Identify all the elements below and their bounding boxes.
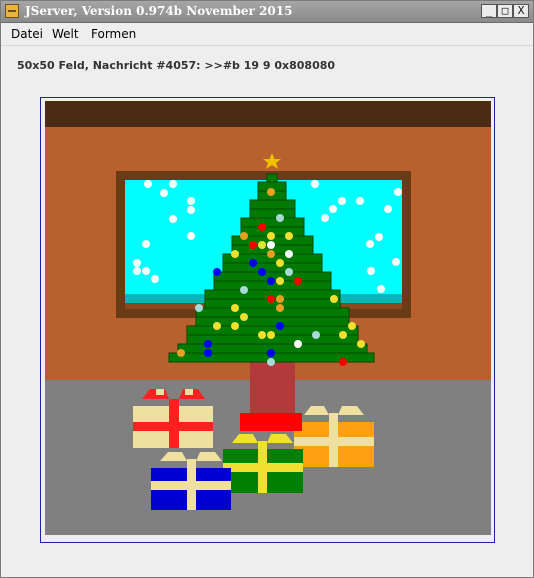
ornament: [267, 241, 275, 249]
snowflake: [187, 232, 195, 240]
snowflake: [133, 259, 141, 267]
ornament: [357, 340, 365, 348]
ornament: [231, 322, 239, 330]
ornament: [267, 358, 275, 366]
ornament: [276, 322, 284, 330]
ornament: [285, 250, 293, 258]
ornament: [294, 340, 302, 348]
close-button[interactable]: X: [513, 4, 529, 18]
menu-welt[interactable]: Welt: [52, 27, 79, 41]
snowflake: [160, 189, 168, 197]
snowflake: [375, 233, 383, 241]
present-blue: [151, 452, 231, 510]
ornament: [258, 241, 266, 249]
snowflake: [311, 180, 319, 188]
ornament: [231, 304, 239, 312]
title-bar[interactable]: JServer, Version 0.974b November 2015 _ …: [1, 1, 533, 23]
snowflake: [329, 205, 337, 213]
ornament: [258, 331, 266, 339]
ornament: [204, 340, 212, 348]
minimize-button[interactable]: _: [481, 4, 497, 18]
ornament: [267, 331, 275, 339]
present-ribbon-horizontal: [133, 422, 213, 431]
ornament: [204, 349, 212, 357]
ornament: [285, 268, 293, 276]
snowflake: [169, 215, 177, 223]
ornament: [276, 304, 284, 312]
snowflake: [142, 267, 150, 275]
tree-tier: [222, 262, 323, 273]
tree-tier: [240, 217, 305, 228]
maximize-button[interactable]: □: [497, 4, 513, 18]
snowflake: [151, 275, 159, 283]
ornament: [240, 313, 248, 321]
ornament: [231, 250, 239, 258]
snowflake: [367, 267, 375, 275]
snowflake: [366, 240, 374, 248]
snowflake: [356, 197, 364, 205]
ornament: [276, 214, 284, 222]
tree-tier: [249, 199, 296, 210]
ornament: [249, 241, 257, 249]
snowflake: [187, 197, 195, 205]
tree-tier: [266, 173, 278, 183]
ornament: [258, 223, 266, 231]
ornament: [267, 277, 275, 285]
present-ribbon-horizontal: [223, 463, 303, 472]
app-icon: [5, 4, 19, 18]
ornament: [276, 277, 284, 285]
snowflake: [187, 206, 195, 214]
ornament: [240, 286, 248, 294]
ornament: [177, 349, 185, 357]
snowflake: [142, 240, 150, 248]
present-ribbon-horizontal: [294, 437, 374, 446]
snowflake: [392, 258, 400, 266]
present-bow: [185, 389, 193, 395]
ornament: [276, 259, 284, 267]
ornament: [285, 232, 293, 240]
snowflake: [384, 205, 392, 213]
ornament: [267, 349, 275, 357]
ornament: [339, 358, 347, 366]
tree-trunk: [250, 362, 295, 420]
ornament: [267, 295, 275, 303]
status-message: 50x50 Feld, Nachricht #4057: >>#b 19 9 0…: [17, 59, 336, 72]
snowflake: [144, 180, 152, 188]
menu-datei[interactable]: Datei: [11, 27, 43, 41]
ornament: [240, 232, 248, 240]
ornament: [276, 295, 284, 303]
present-red: [240, 413, 302, 431]
ornament: [267, 250, 275, 258]
menu-bar: Datei Welt Formen: [1, 23, 533, 46]
snowflake: [377, 285, 385, 293]
ceiling-beam: [45, 101, 491, 127]
ornament: [330, 295, 338, 303]
snowflake: [321, 214, 329, 222]
snowflake: [169, 180, 177, 188]
application-window: JServer, Version 0.974b November 2015 _ …: [0, 0, 534, 578]
ornament: [267, 232, 275, 240]
ornament: [213, 268, 221, 276]
ornament: [249, 259, 257, 267]
snowflake: [133, 267, 141, 275]
window-title: JServer, Version 0.974b November 2015: [25, 4, 293, 18]
present-ribbon-horizontal: [151, 481, 231, 490]
ornament: [294, 277, 302, 285]
menu-formen[interactable]: Formen: [91, 27, 136, 41]
ornament: [339, 331, 347, 339]
ornament: [312, 331, 320, 339]
tree-tier: [195, 307, 350, 318]
present-bow: [156, 389, 164, 395]
tree-tier: [249, 208, 296, 219]
ornament: [213, 322, 221, 330]
game-board[interactable]: [40, 97, 495, 543]
christmas-scene: [45, 101, 491, 535]
ornament: [348, 322, 356, 330]
ornament: [258, 268, 266, 276]
present-green: [223, 434, 303, 493]
ornament: [195, 304, 203, 312]
snowflake: [394, 188, 402, 196]
ornament: [267, 188, 275, 196]
snowflake: [338, 197, 346, 205]
